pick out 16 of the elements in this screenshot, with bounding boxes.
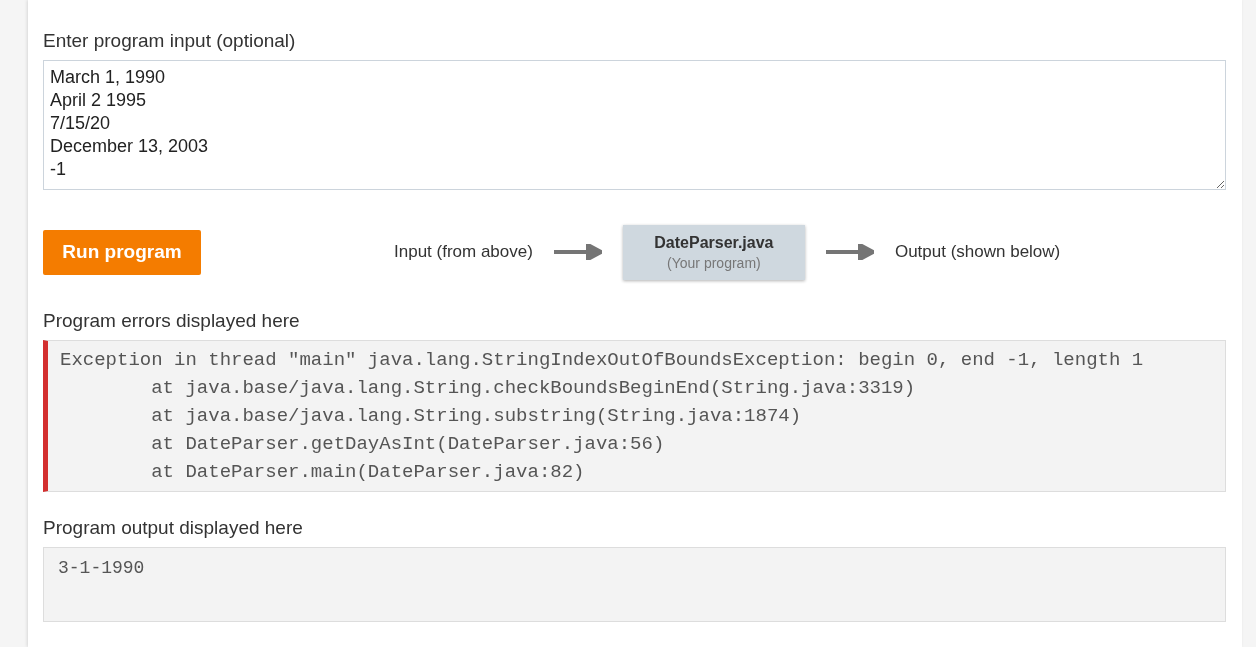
arrow-icon — [553, 244, 602, 261]
error-line: at java.base/java.lang.String.checkBoundsBeginEnd(String.java:3319) — [150, 375, 917, 401]
program-note: (Your program) — [667, 254, 761, 271]
program-name: DateParser.java — [654, 233, 774, 252]
error-line: at DateParser.main(DateParser.java:82) — [150, 459, 586, 485]
error-line: Exception in thread "main" java.lang.StringIndexOutOfBoundsException: begin 0, end -1, length 1 — [60, 347, 1145, 373]
flow-output-label: Output (shown below) — [894, 242, 1061, 263]
arrow-icon — [825, 244, 874, 261]
input-field[interactable]: March 1, 1990 April 2 1995 7/15/20 December 13, 2003 -1 — [43, 60, 1226, 191]
flow-input-label: Input (from above) — [394, 242, 533, 263]
output-line: 3-1-1990 — [58, 557, 146, 580]
output-label: Program output displayed here — [43, 517, 304, 539]
error-line: at java.base/java.lang.String.substring(String.java:1874) — [150, 403, 803, 429]
error-line: at DateParser.getDayAsInt(DateParser.java:56) — [150, 431, 666, 457]
input-label: Enter program input (optional) — [43, 30, 297, 52]
errors-label: Program errors displayed here — [43, 309, 301, 332]
